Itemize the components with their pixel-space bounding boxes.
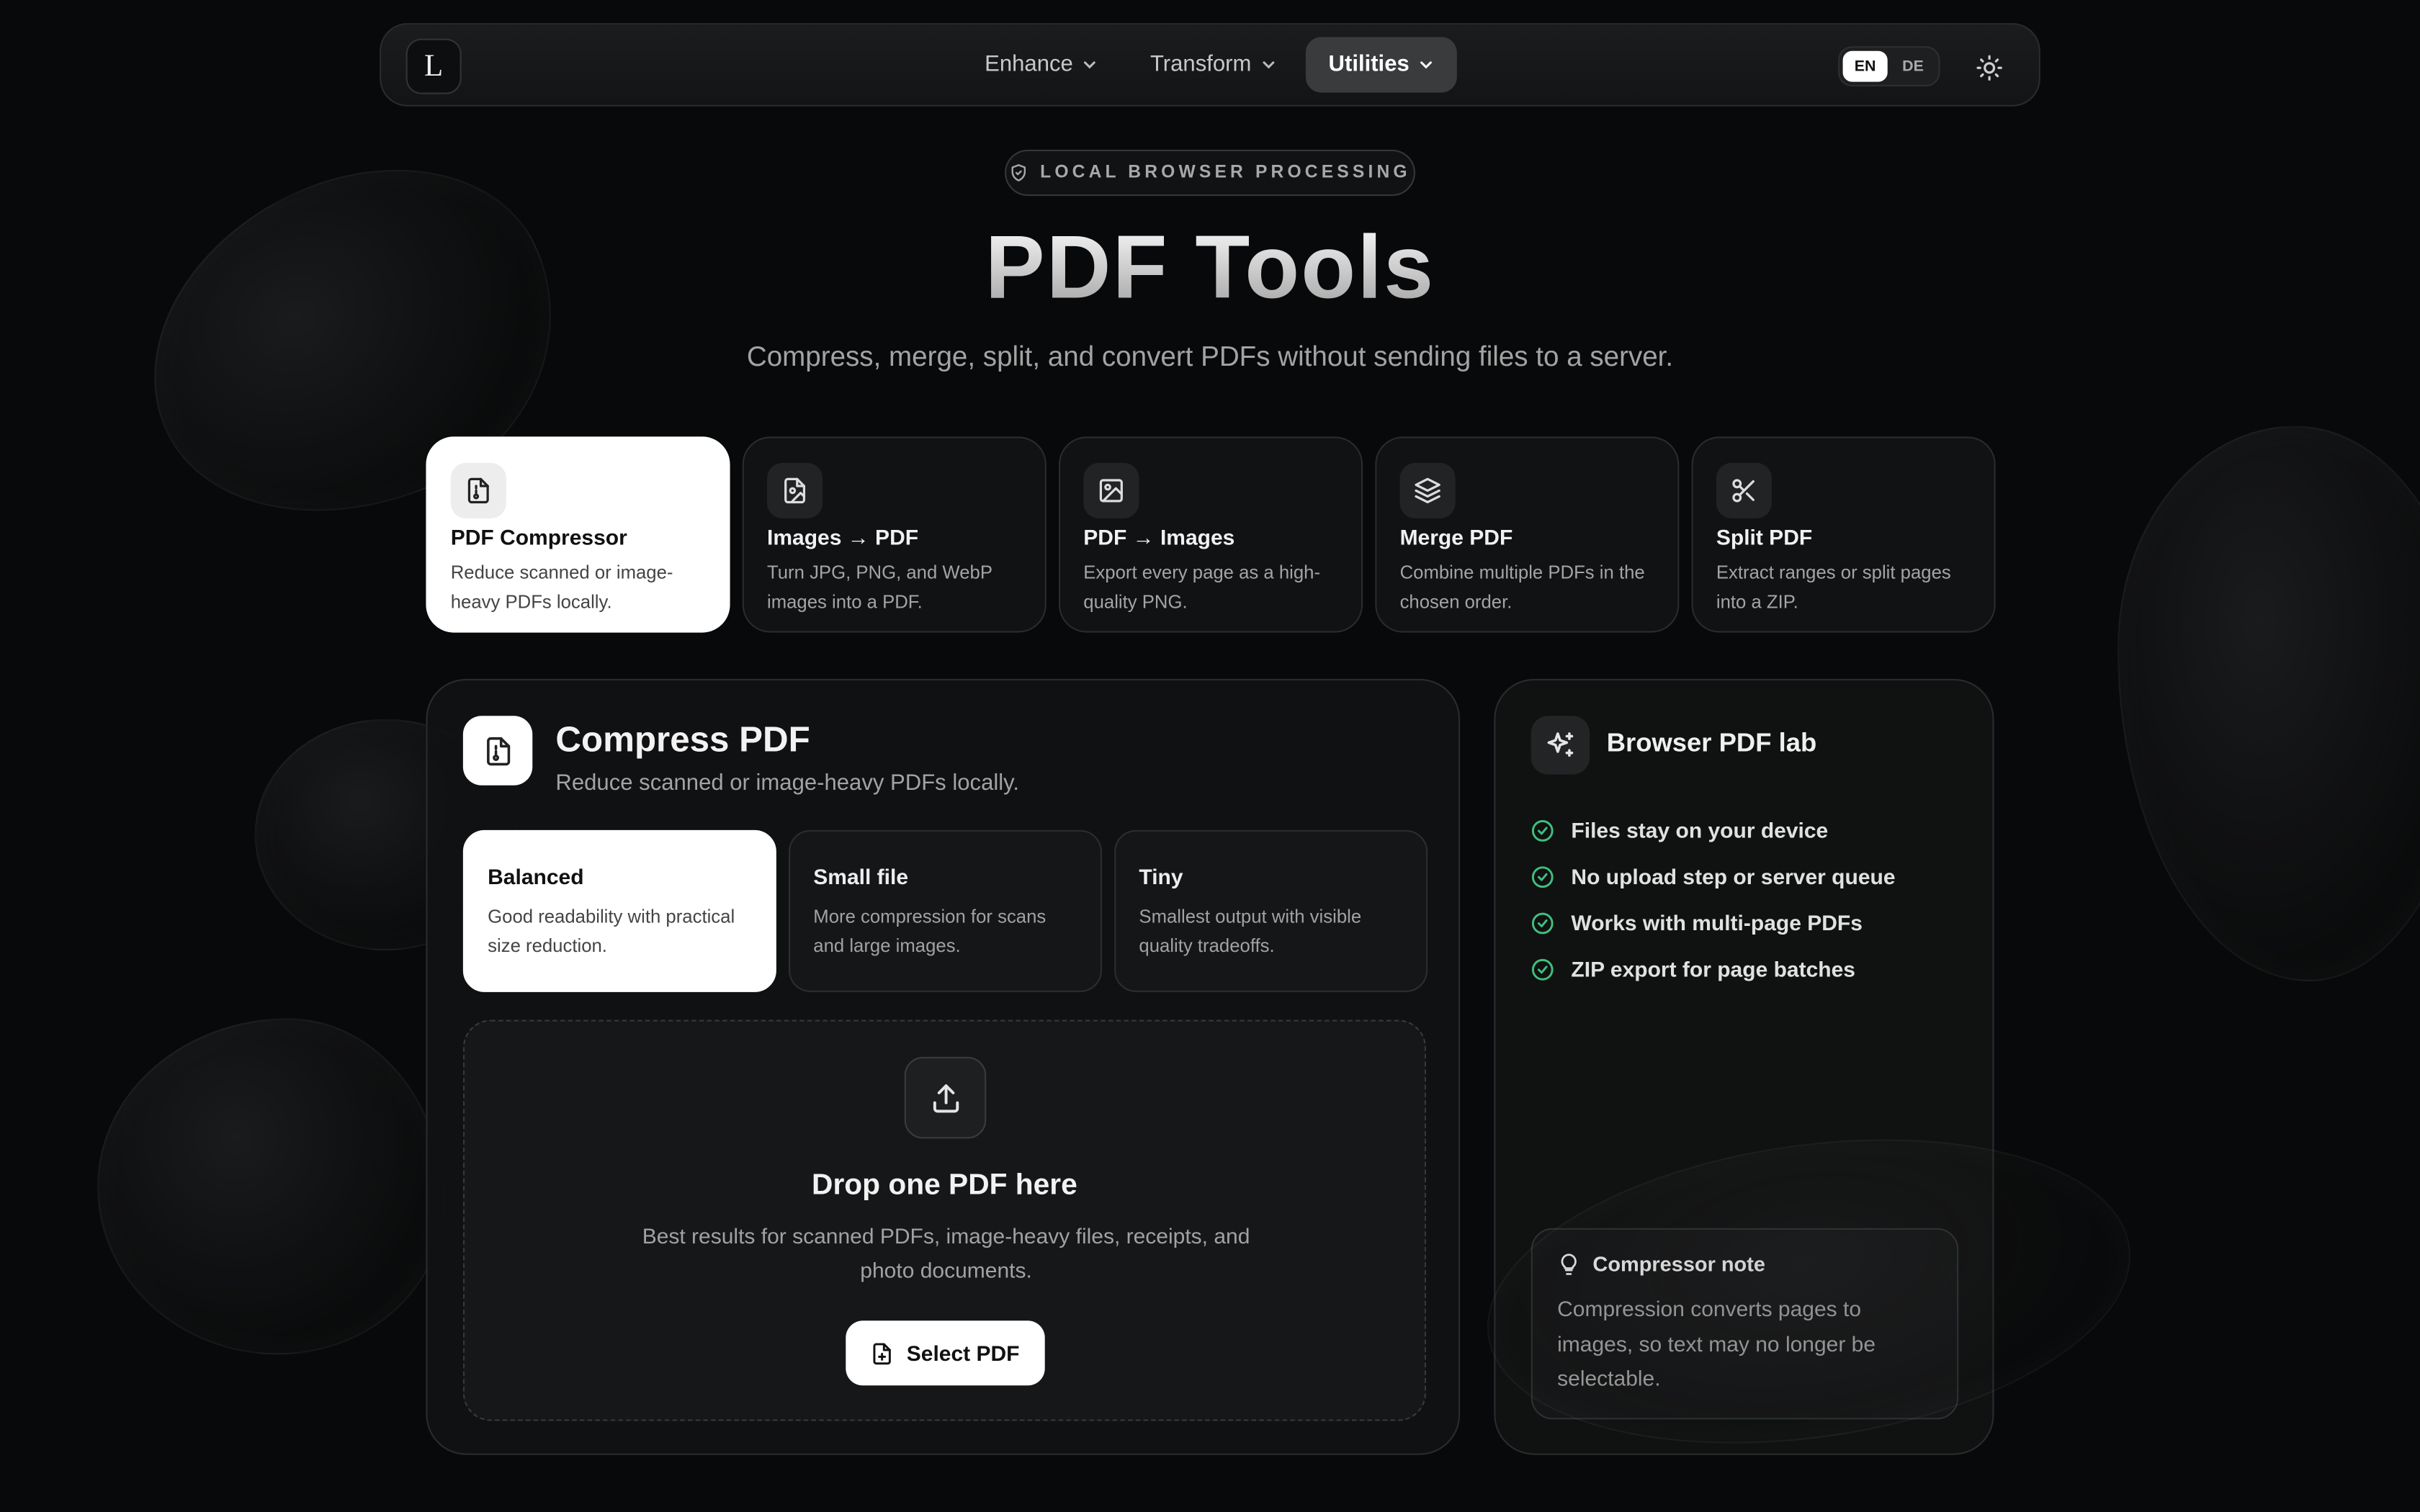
feature-label: ZIP export for page batches xyxy=(1571,956,1855,981)
nav-item-label: Utilities xyxy=(1328,52,1410,78)
tool-card-pdf-to-images[interactable]: PDF → Images Export every page as a high… xyxy=(1059,436,1363,633)
theme-toggle[interactable] xyxy=(1971,50,2007,86)
tool-title: Split PDF xyxy=(1716,524,1813,549)
note-title: Compressor note xyxy=(1592,1253,1765,1277)
nav-item-enhance[interactable]: Enhance xyxy=(962,37,1121,92)
mode-balanced[interactable]: Balanced Good readability with practical… xyxy=(462,829,776,992)
feature-label: No upload step or server queue xyxy=(1571,864,1896,889)
tool-card-pdf-compressor[interactable]: PDF Compressor Reduce scanned or image-h… xyxy=(426,436,730,633)
feature-label: Files stay on your device xyxy=(1571,817,1829,842)
page: L Enhance Transform Utilities EN DE LOCA… xyxy=(0,0,2420,1512)
sun-icon xyxy=(1976,55,2002,81)
mode-title: Tiny xyxy=(1139,864,1183,889)
feature-item: No upload step or server queue xyxy=(1531,853,1896,899)
feature-item: Files stay on your device xyxy=(1531,807,1896,853)
language-de[interactable]: DE xyxy=(1891,51,1935,82)
decorative-blob xyxy=(2118,426,2420,981)
chevron-down-icon xyxy=(1263,61,1274,69)
feature-item: Works with multi-page PDFs xyxy=(1531,899,1896,945)
tool-card-images-to-pdf[interactable]: Images → PDF Turn JPG, PNG, and WebP ima… xyxy=(742,436,1047,633)
nav-item-utilities[interactable]: Utilities xyxy=(1305,37,1458,93)
nav-item-transform[interactable]: Transform xyxy=(1127,37,1299,92)
chevron-down-icon xyxy=(1084,61,1096,69)
check-circle-icon xyxy=(1531,865,1554,888)
tool-description: Reduce scanned or image-heavy PDFs local… xyxy=(450,562,673,613)
tool-description: Combine multiple PDFs in the chosen orde… xyxy=(1399,562,1645,613)
page-subtitle: Compress, merge, split, and convert PDFs… xyxy=(746,341,1674,372)
tool-title: Merge PDF xyxy=(1399,524,1513,549)
shield-icon xyxy=(1011,164,1026,181)
page-title: PDF Tools xyxy=(0,216,2420,320)
mode-title: Small file xyxy=(813,864,909,889)
drop-title: Drop one PDF here xyxy=(812,1169,1077,1202)
nav-item-label: Transform xyxy=(1150,52,1252,78)
file-compress-icon xyxy=(450,462,506,518)
side-title: Browser PDF lab xyxy=(1606,728,1817,758)
logo[interactable]: L xyxy=(405,38,462,94)
language-switcher: EN DE xyxy=(1838,46,1940,86)
tool-list: PDF Compressor Reduce scanned or image-h… xyxy=(426,436,1996,633)
upload-icon xyxy=(904,1056,987,1139)
drop-description: Best results for scanned PDFs, image-hea… xyxy=(642,1223,1250,1282)
decorative-blob xyxy=(97,1018,445,1355)
mode-description: Good readability with practical size red… xyxy=(488,905,735,957)
mode-small-file[interactable]: Small file More compression for scans an… xyxy=(789,829,1102,992)
badge-label: LOCAL BROWSER PROCESSING xyxy=(1040,163,1411,182)
compressor-note: Compressor note Compression converts pag… xyxy=(1531,1228,1959,1420)
sparkles-icon xyxy=(1531,716,1590,775)
mode-description: More compression for scans and large ima… xyxy=(813,905,1047,957)
chevron-down-icon xyxy=(1420,61,1433,69)
logo-letter: L xyxy=(424,48,444,83)
pdf-drop-zone[interactable]: Drop one PDF here Best results for scann… xyxy=(462,1020,1426,1421)
compression-modes: Balanced Good readability with practical… xyxy=(462,829,1428,992)
file-compress-icon xyxy=(462,716,533,786)
tool-title: PDF Compressor xyxy=(450,524,627,549)
note-text: Compression converts pages to images, so… xyxy=(1557,1296,1876,1390)
local-processing-badge: LOCAL BROWSER PROCESSING xyxy=(1005,149,1415,197)
check-circle-icon xyxy=(1531,912,1554,934)
select-pdf-label: Select PDF xyxy=(906,1341,1020,1366)
tool-title: Images → PDF xyxy=(767,524,919,549)
feature-list: Files stay on your device No upload step… xyxy=(1531,807,1896,992)
tool-description: Turn JPG, PNG, and WebP images into a PD… xyxy=(767,562,992,613)
feature-item: ZIP export for page batches xyxy=(1531,946,1896,992)
image-icon xyxy=(1083,462,1139,518)
check-circle-icon xyxy=(1531,819,1554,841)
compress-panel: Compress PDF Reduce scanned or image-hea… xyxy=(426,678,1461,1455)
feature-label: Works with multi-page PDFs xyxy=(1571,910,1863,935)
nav-menu: Enhance Transform Utilities xyxy=(962,37,1458,93)
language-en[interactable]: EN xyxy=(1842,50,1888,82)
file-plus-icon xyxy=(874,1342,892,1364)
layers-icon xyxy=(1399,462,1456,518)
lightbulb-icon xyxy=(1561,1254,1577,1275)
top-navbar: L Enhance Transform Utilities EN DE xyxy=(380,23,2040,107)
check-circle-icon xyxy=(1531,958,1554,980)
file-image-icon xyxy=(767,462,823,518)
note-heading: Compressor note xyxy=(1557,1253,1932,1276)
tool-card-split-pdf[interactable]: Split PDF Extract ranges or split pages … xyxy=(1691,436,1996,633)
mode-title: Balanced xyxy=(488,864,584,889)
panel-title: Compress PDF xyxy=(555,719,810,760)
scissors-icon xyxy=(1716,462,1772,518)
tool-title: PDF → Images xyxy=(1083,524,1235,549)
mode-description: Smallest output with visible quality tra… xyxy=(1139,905,1362,957)
tool-description: Extract ranges or split pages into a ZIP… xyxy=(1716,562,1951,613)
mode-tiny[interactable]: Tiny Smallest output with visible qualit… xyxy=(1114,829,1428,992)
nav-item-label: Enhance xyxy=(985,52,1073,78)
panel-subtitle: Reduce scanned or image-heavy PDFs local… xyxy=(555,771,1020,796)
browser-lab-panel: Browser PDF lab Files stay on your devic… xyxy=(1494,678,1994,1455)
tool-card-merge-pdf[interactable]: Merge PDF Combine multiple PDFs in the c… xyxy=(1375,436,1680,633)
tool-description: Export every page as a high-quality PNG. xyxy=(1083,562,1321,613)
select-pdf-button[interactable]: Select PDF xyxy=(846,1320,1045,1386)
